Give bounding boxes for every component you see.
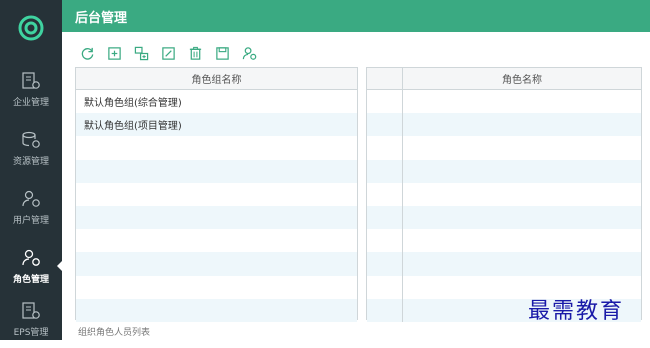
role-settings-button[interactable] — [240, 44, 259, 62]
sidebar-item-label: 用户管理 — [12, 215, 49, 226]
sidebar-item-label: 企业管理 — [12, 97, 49, 108]
refresh-button[interactable] — [78, 44, 97, 62]
sidebar-item-users[interactable]: 用户管理 — [0, 178, 62, 236]
table-row-empty — [76, 136, 357, 160]
role-group-rows: 默认角色组(综合管理) 默认角色组(项目管理) — [76, 90, 357, 322]
table-row-empty — [367, 159, 641, 183]
enterprise-icon — [22, 71, 40, 89]
role-table: 角色名称 — [366, 67, 642, 322]
add-child-icon — [134, 46, 149, 60]
role-rows — [367, 90, 641, 322]
table-row[interactable]: 默认角色组(综合管理) — [76, 90, 357, 114]
edit-icon — [162, 46, 175, 60]
table-row-empty — [367, 205, 641, 230]
table-row-empty — [76, 205, 357, 230]
sidebar-item-label: 资源管理 — [12, 156, 49, 167]
table-row-empty — [367, 113, 641, 137]
save-icon — [216, 46, 229, 60]
role-table-header: 角色名称 — [367, 68, 641, 90]
table-row-empty — [76, 182, 357, 206]
eps-icon — [22, 301, 40, 319]
row-number-header — [367, 68, 403, 89]
table-row-empty — [76, 298, 357, 322]
table-row-empty — [76, 159, 357, 183]
table-row-empty — [367, 252, 641, 276]
active-indicator — [57, 260, 63, 272]
role-group-name-cell: 默认角色组(综合管理) — [84, 98, 182, 110]
top-header: 后台管理 — [62, 0, 650, 32]
role-group-name-cell: 默认角色组(项目管理) — [84, 121, 182, 133]
table-row[interactable]: 默认角色组(项目管理) — [76, 113, 357, 137]
role-settings-icon — [242, 46, 257, 60]
user-settings-icon — [22, 190, 40, 207]
org-role-members-caption: 组织角色人员列表 — [78, 328, 151, 338]
role-icon — [22, 249, 40, 266]
role-group-table: 角色组名称 默认角色组(综合管理) 默认角色组(项目管理) — [75, 67, 358, 322]
add-child-button[interactable] — [132, 44, 151, 62]
save-button[interactable] — [213, 44, 232, 62]
sidebar-item-eps[interactable]: EPS管理 — [0, 290, 62, 348]
table-row-empty — [367, 182, 641, 206]
page-title: 后台管理 — [75, 11, 128, 26]
app-logo-icon — [18, 15, 44, 41]
add-button[interactable] — [105, 44, 124, 62]
refresh-icon — [81, 47, 94, 60]
role-group-table-header: 角色组名称 — [76, 68, 357, 90]
sidebar-item-roles[interactable]: 角色管理 — [0, 237, 63, 295]
table-row-empty — [76, 275, 357, 299]
table-row-empty — [76, 229, 357, 253]
table-row-empty — [76, 252, 357, 276]
table-row-empty — [367, 136, 641, 160]
table-row-empty — [367, 90, 641, 114]
table-row-empty — [367, 229, 641, 253]
toolbar — [78, 44, 259, 62]
sidebar-item-label: 角色管理 — [12, 274, 49, 285]
column-header-role-name: 角色名称 — [502, 75, 542, 86]
sidebar: 企业管理 资源管理 用户管理 角色管理 EPS管理 — [0, 0, 63, 340]
database-icon — [22, 131, 40, 148]
sidebar-item-label: EPS管理 — [13, 327, 49, 338]
app-logo[interactable] — [0, 0, 62, 56]
watermark-text: 最需教育 — [528, 299, 625, 324]
sidebar-item-resources[interactable]: 资源管理 — [0, 119, 62, 177]
edit-button[interactable] — [159, 44, 178, 62]
column-header-role-group-name: 角色组名称 — [191, 75, 242, 86]
delete-button[interactable] — [186, 44, 205, 62]
sidebar-item-enterprise[interactable]: 企业管理 — [0, 60, 62, 118]
add-icon — [108, 46, 121, 60]
delete-icon — [189, 46, 202, 60]
